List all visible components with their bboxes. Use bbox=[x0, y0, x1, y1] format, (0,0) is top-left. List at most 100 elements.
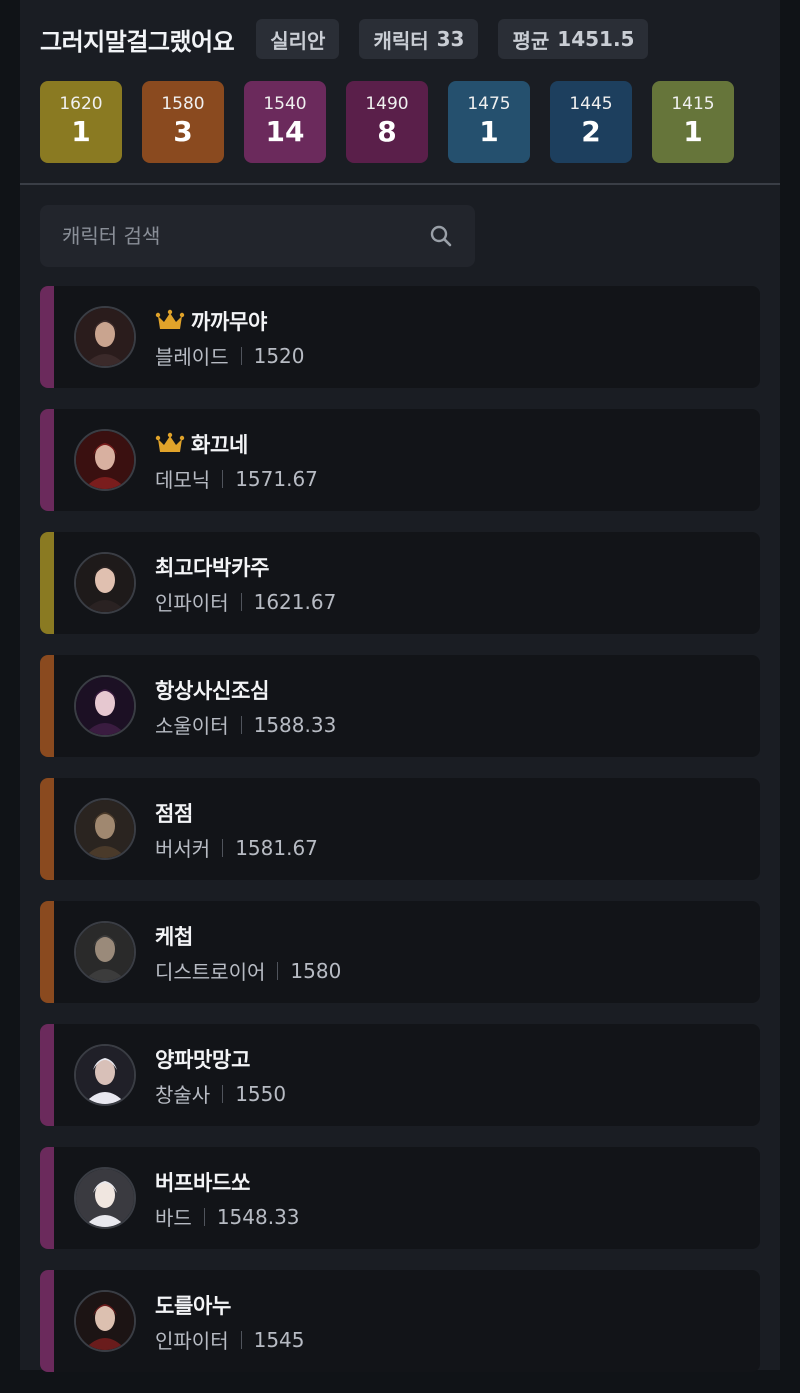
character-avatar bbox=[74, 429, 136, 491]
tier-color-bar bbox=[40, 778, 54, 880]
tier-box[interactable]: 1620 1 bbox=[40, 81, 122, 163]
character-avatar bbox=[74, 798, 136, 860]
character-name-row: 까까무야 bbox=[155, 306, 267, 336]
character-name-row: 양파맛망고 bbox=[155, 1044, 250, 1074]
character-item-level: 1520 bbox=[253, 343, 305, 368]
character-name: 항상사신조심 bbox=[155, 679, 270, 703]
character-meta-row: 블레이드 1520 bbox=[155, 341, 305, 370]
guild-name: 그러지말걸그랬어요 bbox=[40, 27, 235, 56]
tier-count: 1 bbox=[683, 115, 703, 148]
character-avatar bbox=[74, 675, 136, 737]
meta-separator bbox=[277, 961, 279, 980]
character-search-box[interactable] bbox=[40, 205, 475, 267]
character-name: 버프바드쏘 bbox=[155, 1171, 251, 1195]
character-count-label: 캐릭터 bbox=[373, 28, 429, 53]
tier-level: 1445 bbox=[569, 94, 613, 114]
meta-separator bbox=[240, 592, 242, 611]
character-class: 바드 bbox=[155, 1206, 192, 1230]
character-name: 까까무야 bbox=[191, 310, 268, 334]
character-item-level: 1548.33 bbox=[216, 1204, 300, 1229]
meta-separator bbox=[240, 715, 242, 734]
tier-color-bar bbox=[40, 409, 54, 511]
character-card[interactable]: 도를아누 인파이터 1545 bbox=[40, 1270, 760, 1372]
tier-color-bar bbox=[40, 532, 54, 634]
character-item-level: 1581.67 bbox=[235, 835, 318, 860]
guild-panel: 그러지말걸그랬어요 실리안 캐릭터 33 평균 1451.5 1620 1 1580… bbox=[20, 0, 780, 1372]
character-meta-row: 소울이터 1588.33 bbox=[155, 710, 336, 739]
tier-level: 1415 bbox=[671, 94, 715, 114]
character-name: 점점 bbox=[155, 802, 194, 826]
average-level-value: 1451.5 bbox=[557, 27, 635, 51]
character-avatar bbox=[74, 921, 136, 983]
tier-level: 1540 bbox=[263, 94, 307, 114]
tier-color-bar bbox=[40, 1024, 54, 1126]
search-input[interactable] bbox=[62, 224, 402, 248]
character-name-row: 항상사신조심 bbox=[155, 675, 269, 705]
tier-count: 1 bbox=[479, 115, 499, 148]
tier-level: 1580 bbox=[161, 94, 205, 114]
server-chip: 실리안 bbox=[256, 19, 340, 59]
character-class: 창술사 bbox=[155, 1083, 211, 1107]
character-class: 데모닉 bbox=[155, 468, 211, 492]
character-item-level: 1580 bbox=[290, 958, 342, 983]
character-meta-row: 데모닉 1571.67 bbox=[155, 464, 318, 493]
character-meta-row: 디스트로이어 1580 bbox=[155, 956, 341, 985]
character-avatar bbox=[74, 1290, 136, 1352]
tier-box[interactable]: 1580 3 bbox=[142, 81, 224, 163]
tier-level: 1490 bbox=[365, 94, 409, 114]
tier-count: 3 bbox=[173, 115, 193, 148]
character-card[interactable]: 항상사신조심소울이터 1588.33 bbox=[40, 655, 760, 757]
character-card[interactable]: 점점버서커 1581.67 bbox=[40, 778, 760, 880]
tier-box[interactable]: 1490 8 bbox=[346, 81, 428, 163]
tier-color-bar bbox=[40, 1147, 54, 1249]
tier-count: 14 bbox=[265, 115, 305, 148]
character-item-level: 1571.67 bbox=[235, 466, 318, 491]
tier-box[interactable]: 1540 14 bbox=[244, 81, 326, 163]
character-name-row: 도를아누 bbox=[155, 1290, 231, 1320]
tier-level: 1475 bbox=[467, 94, 511, 114]
character-card[interactable]: 최고다박카주인파이터 1621.67 bbox=[40, 532, 760, 634]
tier-box[interactable]: 1445 2 bbox=[550, 81, 632, 163]
character-avatar bbox=[74, 306, 136, 368]
character-card[interactable]: 화끄네데모닉 1571.67 bbox=[40, 409, 760, 511]
character-name: 최고다박카주 bbox=[155, 556, 270, 580]
character-name: 케첩 bbox=[155, 925, 194, 949]
crown-icon bbox=[155, 309, 185, 333]
character-card[interactable]: 케첩디스트로이어 1580 bbox=[40, 901, 760, 1003]
tier-color-bar bbox=[40, 286, 54, 388]
character-avatar bbox=[74, 1167, 136, 1229]
character-meta-row: 바드 1548.33 bbox=[155, 1202, 300, 1231]
character-class: 인파이터 bbox=[155, 591, 229, 615]
character-card[interactable]: 양파맛망고창술사 1550 bbox=[40, 1024, 760, 1126]
character-name-row: 점점 bbox=[155, 798, 193, 828]
character-list: 까까무야블레이드 1520 화끄네데모닉 1571.67 최고다박카주인파이터 1621.… bbox=[40, 286, 760, 1393]
character-class: 버서커 bbox=[155, 837, 211, 861]
character-count-chip: 캐릭터 33 bbox=[359, 19, 479, 59]
server-name: 실리안 bbox=[270, 28, 326, 53]
character-item-level: 1550 bbox=[235, 1081, 287, 1106]
character-avatar bbox=[74, 1044, 136, 1106]
search-icon[interactable] bbox=[429, 224, 453, 248]
character-meta-row: 버서커 1581.67 bbox=[155, 833, 318, 862]
tier-level: 1620 bbox=[59, 94, 103, 114]
character-item-level: 1545 bbox=[253, 1327, 305, 1352]
average-level-label: 평균 bbox=[512, 28, 550, 53]
character-name-row: 최고다박카주 bbox=[155, 552, 269, 582]
crown-icon bbox=[155, 432, 185, 456]
header-divider bbox=[20, 183, 780, 185]
character-card[interactable]: 버프바드쏘바드 1548.33 bbox=[40, 1147, 760, 1249]
character-item-level: 1621.67 bbox=[253, 589, 337, 614]
character-name-row: 버프바드쏘 bbox=[155, 1167, 250, 1197]
meta-separator bbox=[222, 1084, 224, 1103]
tier-color-bar bbox=[40, 901, 54, 1003]
character-card[interactable]: 까까무야블레이드 1520 bbox=[40, 286, 760, 388]
tier-box[interactable]: 1415 1 bbox=[652, 81, 734, 163]
tier-box[interactable]: 1475 1 bbox=[448, 81, 530, 163]
character-class: 소울이터 bbox=[155, 714, 229, 738]
guild-header: 그러지말걸그랬어요 실리안 캐릭터 33 평균 1451.5 bbox=[40, 18, 780, 60]
tier-count: 8 bbox=[377, 115, 397, 148]
character-name: 화끄네 bbox=[191, 433, 249, 457]
average-level-chip: 평균 1451.5 bbox=[498, 19, 649, 59]
tier-count: 1 bbox=[71, 115, 91, 148]
item-level-tier-row: 1620 1 1580 3 1540 14 1490 8 1475 1 1445 2 1415 1 bbox=[40, 81, 780, 163]
